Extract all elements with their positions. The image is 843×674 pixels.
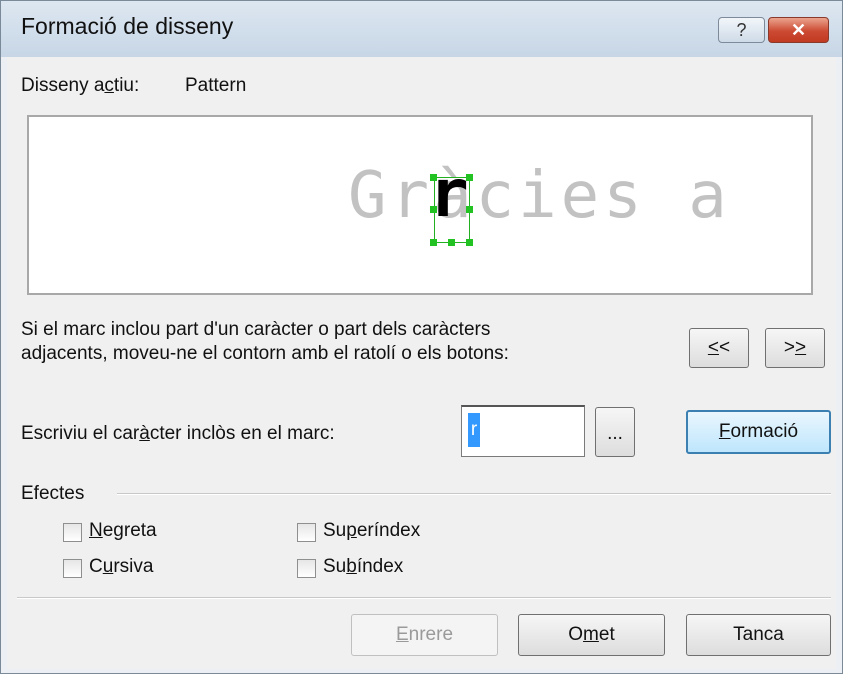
move-right-button[interactable]: >> (765, 328, 825, 368)
bold-label[interactable]: Negreta (89, 520, 157, 542)
character-label: Escriviu el caràcter inclòs en el marc: (21, 423, 335, 444)
superscript-checkbox[interactable] (297, 523, 316, 542)
frame-handle[interactable] (448, 239, 455, 246)
title-bar: Formació de disseny ? ✕ (1, 1, 842, 57)
effects-group-title: Efectes (21, 483, 85, 504)
superscript-label[interactable]: Superíndex (323, 520, 420, 542)
character-input-value: r (468, 413, 480, 447)
frame-handle[interactable] (466, 206, 473, 213)
active-design-value: Pattern (185, 75, 247, 96)
close-window-button[interactable]: ✕ (768, 17, 829, 43)
active-design-label: Disseny actiu: (21, 75, 140, 96)
back-button[interactable]: Enrere (351, 614, 498, 656)
italic-label[interactable]: Cursiva (89, 556, 153, 578)
frame-handle[interactable] (430, 174, 437, 181)
frame-handle[interactable] (466, 174, 473, 181)
subscript-checkbox[interactable] (297, 559, 316, 578)
frame-handle[interactable] (430, 206, 437, 213)
effects-divider (117, 493, 831, 495)
character-input[interactable]: r (461, 405, 585, 457)
dialog-body: Disseny actiu: Pattern Gràcies a r Si el… (7, 57, 836, 669)
selection-frame[interactable] (434, 177, 470, 243)
preview-text: Gràcies a (348, 159, 731, 233)
move-left-button[interactable]: << (689, 328, 749, 368)
help-icon: ? (736, 20, 747, 40)
instructions-line-1: Si el marc inclou part d'un caràcter o p… (21, 319, 491, 340)
close-icon: ✕ (790, 20, 807, 40)
italic-checkbox[interactable] (63, 559, 82, 578)
skip-button[interactable]: Omet (518, 614, 665, 656)
instructions-line-2: adjacents, moveu-ne el contorn amb el ra… (21, 343, 509, 364)
frame-handle[interactable] (466, 239, 473, 246)
frame-handle[interactable] (430, 239, 437, 246)
browse-character-button[interactable]: ... (595, 407, 635, 457)
bold-checkbox[interactable] (63, 523, 82, 542)
train-button[interactable]: Formació (686, 410, 831, 454)
window-title: Formació de disseny (21, 13, 234, 39)
subscript-label[interactable]: Subíndex (323, 556, 403, 578)
training-dialog: Formació de disseny ? ✕ Disseny actiu: P… (0, 0, 843, 674)
glyph-preview: Gràcies a r (27, 115, 813, 295)
close-button[interactable]: Tanca (686, 614, 831, 656)
footer-divider (17, 597, 831, 599)
help-button[interactable]: ? (718, 17, 765, 43)
